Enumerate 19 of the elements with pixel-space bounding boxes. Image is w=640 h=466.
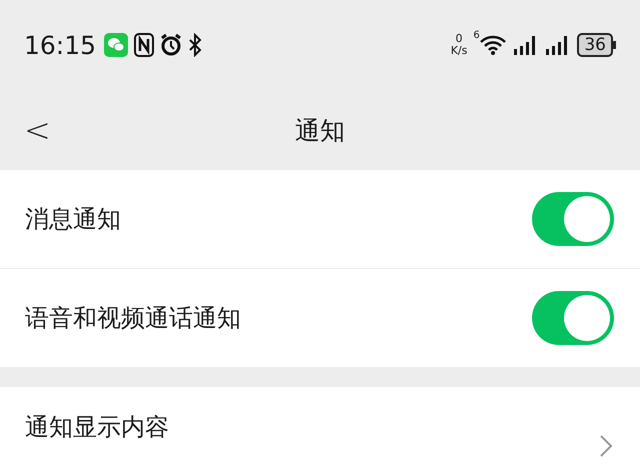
bluetooth-icon [188,33,202,57]
setting-label: 语音和视频通话通知 [25,303,242,334]
chevron-icon[interactable] [600,435,612,457]
setting-label: 消息通知 [25,204,122,235]
speed-unit: K/s [450,45,468,57]
battery-level: 36 [577,33,613,57]
back-button[interactable]: < [20,111,55,149]
clock-time: 16:15 [24,30,96,60]
nfc-icon [134,33,154,57]
wifi-label: 6 [473,30,480,41]
page-title: 通知 [295,114,345,146]
wifi-icon [479,34,508,56]
battery-tip-icon [613,41,616,49]
toggle-switch[interactable] [532,291,614,345]
chat-app-icon [104,33,128,57]
speed-value: 0 [456,33,463,45]
setting-label: 通知显示内容 [25,412,170,443]
toggle-switch[interactable] [532,192,614,246]
alarm-icon [160,33,182,57]
